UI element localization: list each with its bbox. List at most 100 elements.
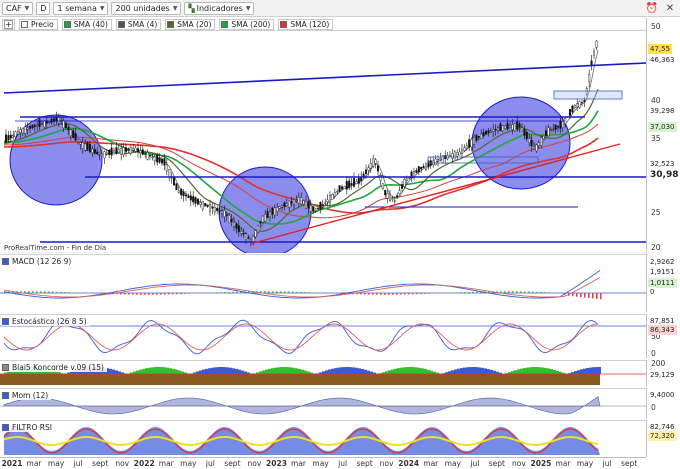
legend-label: Precio — [31, 19, 54, 29]
period-selector[interactable]: 1 semana ▼ — [53, 1, 109, 15]
koncorde-bar — [217, 367, 220, 374]
macd-histogram-bar — [416, 293, 418, 295]
macd-histogram-bar — [372, 293, 374, 295]
indicator-panel[interactable]: Blai5 Koncorde v.09 (15) — [0, 360, 646, 386]
time-axis: 2021 mar may jul sept nov 2022 mar may jul sept nov… — [0, 457, 646, 469]
price-plot[interactable]: ProRealTime.com - Fin de Día — [0, 30, 646, 253]
legend-item[interactable]: SMA (4) — [115, 18, 162, 30]
legend-item[interactable]: SMA (40) — [61, 18, 112, 30]
candle-body — [506, 123, 509, 130]
indicator-chart[interactable] — [0, 315, 646, 359]
symbol-selector[interactable]: CAF ▼ — [2, 1, 34, 15]
candle-body — [163, 158, 166, 166]
indicator-panel[interactable]: MACD (12 26 9) — [0, 254, 646, 312]
candle-body — [343, 186, 346, 189]
macd-histogram-bar — [220, 292, 222, 293]
candle-body — [367, 167, 370, 171]
alarm-icon[interactable]: ⏰ — [646, 2, 658, 14]
month-label: jul — [205, 459, 215, 468]
candle-body — [573, 105, 576, 109]
candle-body — [187, 195, 190, 198]
candle-body — [17, 130, 20, 135]
indicator-name: MACD (12 26 9) — [12, 256, 72, 266]
candle-body — [542, 135, 545, 139]
macd-histogram-bar — [276, 291, 278, 293]
candle-body — [357, 178, 360, 184]
price-tag: 46,363 — [648, 55, 677, 65]
indicator-label[interactable]: Estocástico (26 8 5) — [2, 316, 90, 326]
indicator-label[interactable]: Mom (12) — [2, 390, 52, 400]
year-label: 2023 — [266, 459, 287, 468]
candle-body — [134, 147, 137, 152]
candle-body — [208, 204, 211, 212]
candle-body — [110, 147, 113, 156]
candle-body — [156, 154, 159, 163]
macd-histogram-bar — [172, 293, 174, 295]
macd-histogram-bar — [408, 293, 410, 295]
koncorde-bar — [346, 367, 349, 374]
koncorde-bar — [580, 369, 583, 374]
candle-body — [441, 154, 444, 164]
indicator-panel[interactable]: Mom (12) — [0, 388, 646, 418]
watermark: ProRealTime.com - Fin de Día — [4, 244, 107, 252]
candle-body — [477, 136, 480, 138]
candle-body — [417, 166, 420, 173]
expand-toggle[interactable]: + — [2, 18, 15, 30]
macd-histogram-bar — [464, 292, 466, 293]
candle-body — [64, 123, 67, 128]
indicator-label[interactable]: FILTRO RSI — [2, 422, 55, 432]
ticker-box[interactable]: D — [36, 1, 51, 15]
candle-body — [530, 140, 533, 147]
indicator-label[interactable]: Blai5 Koncorde v.09 (15) — [2, 362, 107, 372]
indicator-chart[interactable] — [0, 389, 646, 419]
units-selector[interactable]: 200 unidades ▼ — [111, 1, 182, 15]
candle-body — [540, 137, 543, 146]
month-label: sept — [224, 459, 241, 468]
candle-body — [105, 152, 108, 155]
indicator-chart[interactable] — [0, 255, 646, 313]
price-tick: 20 — [651, 243, 661, 252]
macd-histogram-bar — [404, 293, 406, 295]
candle-body — [225, 214, 228, 216]
indicator-label[interactable]: MACD (12 26 9) — [2, 256, 75, 266]
candle-body — [136, 148, 139, 152]
stochastic-d-line — [3, 323, 599, 351]
koncorde-bar — [301, 369, 304, 374]
candle-body — [33, 124, 36, 127]
month-label: mar — [555, 459, 571, 468]
koncorde-bar — [367, 370, 370, 374]
candle-body — [300, 197, 303, 205]
month-label: mar — [26, 459, 42, 468]
indicators-button[interactable]: ▚ Indicadores ▼ — [184, 1, 255, 15]
candle-body — [127, 148, 130, 151]
koncorde-bar — [466, 367, 469, 374]
legend-item[interactable]: SMA (200) — [219, 18, 275, 30]
legend-item[interactable]: SMA (120) — [278, 18, 334, 30]
macd-histogram-bar — [280, 291, 282, 293]
candle-body — [307, 201, 310, 209]
candle-body — [230, 219, 233, 223]
candle-body — [72, 130, 75, 138]
indicator-panel[interactable]: FILTRO RSI — [0, 420, 646, 457]
candle-body — [494, 128, 497, 131]
candle-body — [264, 213, 267, 222]
indicator-chart[interactable] — [0, 421, 646, 458]
koncorde-bar — [211, 367, 214, 374]
legend-item[interactable]: Precio — [19, 18, 58, 30]
close-icon[interactable]: ✕ — [664, 2, 676, 14]
candle-body — [7, 135, 10, 141]
candle-body — [554, 124, 557, 130]
macd-histogram-bar — [476, 291, 478, 293]
candle-body — [398, 190, 401, 195]
legend-item[interactable]: SMA (20) — [165, 18, 216, 30]
macd-histogram-bar — [28, 291, 30, 293]
candle-body — [84, 143, 87, 151]
macd-histogram-bar — [60, 291, 62, 293]
macd-histogram-bar — [424, 293, 426, 294]
price-chart[interactable] — [0, 31, 646, 253]
month-label: may — [444, 459, 461, 468]
macd-histogram-bar — [300, 291, 302, 293]
indicator-panel[interactable]: Estocástico (26 8 5) — [0, 314, 646, 358]
macd-histogram-bar — [296, 291, 298, 293]
koncorde-bar — [511, 371, 514, 374]
